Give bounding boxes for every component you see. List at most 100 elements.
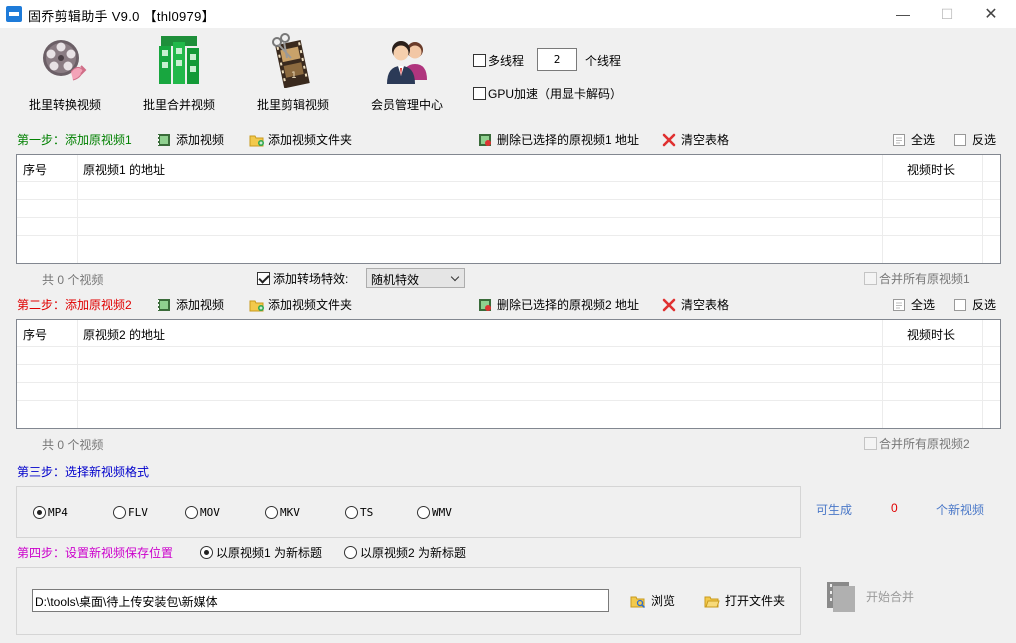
format-wmv-radio[interactable]	[417, 506, 430, 519]
transition-option[interactable]: 添加转场特效:	[257, 270, 348, 287]
select-all-icon	[892, 133, 906, 147]
format-mkv-radio[interactable]	[265, 506, 278, 519]
step1-col-index: 序号	[23, 163, 48, 177]
format-wmv-option[interactable]: WMV	[417, 506, 452, 519]
step1-count: 共 0 个视频	[42, 273, 104, 287]
step2-add-folder-label: 添加视频文件夹	[268, 298, 353, 312]
step2-add-folder-button[interactable]: 添加视频文件夹	[249, 296, 352, 313]
users-icon	[379, 32, 435, 88]
format-mp4-label: MP4	[48, 506, 68, 519]
title-option-1-label: 以原视频1 为新标题	[216, 546, 323, 560]
thread-unit-label: 个线程	[585, 54, 622, 68]
merge-start-icon	[824, 579, 858, 613]
folder-add-icon	[249, 298, 264, 312]
step2-video-table[interactable]: 序号 原视频2 的地址 视频时长	[16, 319, 1001, 429]
format-mkv-label: MKV	[280, 506, 300, 519]
title-option-2-radio[interactable]	[344, 546, 357, 559]
format-mov-option[interactable]: MOV	[185, 506, 220, 519]
step2-invert-button[interactable]: 反选	[953, 296, 996, 313]
new-videos-label: 个新视频	[936, 503, 985, 517]
multithread-checkbox[interactable]	[473, 54, 486, 67]
step1-select-all-button[interactable]: 全选	[892, 131, 935, 148]
step1-add-video-button[interactable]: 添加视频	[157, 131, 224, 148]
invert-selection-icon	[953, 133, 967, 147]
generate-count: 0	[891, 501, 898, 515]
thread-count-input[interactable]: 2	[537, 48, 577, 71]
format-mov-radio[interactable]	[185, 506, 198, 519]
batch-cut-label: 批里剪辑视频	[256, 98, 329, 112]
merge-all-2-option[interactable]: 合并所有原视频2	[864, 435, 970, 452]
step2-add-video-label: 添加视频	[176, 298, 225, 312]
gpu-label: GPU加速（用显卡解码）	[488, 87, 623, 101]
film-delete-icon	[478, 298, 492, 312]
merge-all-1-checkbox[interactable]	[864, 272, 877, 285]
window-title: 固乔剪辑助手 V9.0 【thl0979】	[28, 9, 215, 24]
merge-all-1-option[interactable]: 合并所有原视频1	[864, 270, 970, 287]
merge-all-1-label: 合并所有原视频1	[879, 272, 970, 286]
save-path-input[interactable]: D:\tools\桌面\待上传安装包\新媒体	[32, 589, 609, 612]
format-mp4-option[interactable]: MP4	[33, 506, 68, 519]
title-option-2[interactable]: 以原视频2 为新标题	[344, 544, 466, 561]
step2-invert-label: 反选	[972, 298, 997, 312]
minimize-button[interactable]: —	[880, 0, 926, 28]
title-option-1[interactable]: 以原视频1 为新标题	[200, 544, 322, 561]
step1-delete-selected-label: 删除已选择的原视频1 地址	[497, 133, 640, 147]
open-folder-button[interactable]: 打开文件夹	[704, 592, 785, 609]
step2-label: 第二步：添加原视频2	[17, 298, 132, 312]
format-ts-option[interactable]: TS	[345, 506, 373, 519]
step2-select-all-label: 全选	[911, 298, 936, 312]
gpu-checkbox[interactable]	[473, 87, 486, 100]
film-reel-icon	[37, 32, 93, 88]
browse-button[interactable]: 浏览	[630, 592, 675, 609]
step2-clear-table-button[interactable]: 清空表格	[662, 296, 729, 313]
step2-delete-selected-button[interactable]: 删除已选择的原视频2 地址	[478, 296, 639, 313]
title-option-2-label: 以原视频2 为新标题	[360, 546, 467, 560]
format-mp4-radio[interactable]	[33, 506, 46, 519]
step1-label: 第一步：添加原视频1	[17, 133, 132, 147]
format-flv-option[interactable]: FLV	[113, 506, 148, 519]
merge-blocks-icon	[151, 32, 207, 88]
step1-col-path: 原视频1 的地址	[83, 163, 166, 177]
merge-all-2-label: 合并所有原视频2	[879, 437, 970, 451]
format-flv-label: FLV	[128, 506, 148, 519]
close-button[interactable]: ✕	[968, 0, 1014, 28]
batch-cut-button[interactable]: 1 批里剪辑视频	[245, 30, 341, 112]
step4-label: 第四步：设置新视频保存位置	[17, 546, 174, 560]
title-option-1-radio[interactable]	[200, 546, 213, 559]
step2-add-video-button[interactable]: 添加视频	[157, 296, 224, 313]
format-wmv-label: WMV	[432, 506, 452, 519]
step1-invert-button[interactable]: 反选	[953, 131, 996, 148]
invert-selection-icon	[953, 298, 967, 312]
folder-search-icon	[630, 594, 646, 608]
step1-clear-table-label: 清空表格	[681, 133, 730, 147]
member-center-button[interactable]: 会员管理中心	[359, 30, 455, 112]
folder-add-icon	[249, 133, 264, 147]
step1-col-duration: 视频时长	[907, 163, 956, 177]
step2-count: 共 0 个视频	[42, 438, 104, 452]
step1-add-folder-button[interactable]: 添加视频文件夹	[249, 131, 352, 148]
batch-merge-button[interactable]: 批里合并视频	[131, 30, 227, 112]
folder-open-icon	[704, 594, 720, 608]
step1-select-all-label: 全选	[911, 133, 936, 147]
gpu-option[interactable]: GPU加速（用显卡解码）	[473, 85, 622, 102]
merge-all-2-checkbox[interactable]	[864, 437, 877, 450]
format-ts-radio[interactable]	[345, 506, 358, 519]
step2-col-path: 原视频2 的地址	[83, 328, 166, 342]
step1-clear-table-button[interactable]: 清空表格	[662, 131, 729, 148]
step1-video-table[interactable]: 序号 原视频1 的地址 视频时长	[16, 154, 1001, 264]
transition-checkbox[interactable]	[257, 272, 270, 285]
start-merge-button[interactable]: 开始合并	[824, 576, 954, 616]
format-ts-label: TS	[360, 506, 374, 519]
multithread-option[interactable]: 多线程	[473, 52, 524, 69]
batch-convert-button[interactable]: 批里转换视频	[17, 30, 113, 112]
step1-delete-selected-button[interactable]: 删除已选择的原视频1 地址	[478, 131, 639, 148]
transition-effect-value: 随机特效	[371, 273, 420, 287]
app-icon	[6, 6, 22, 22]
step2-col-index: 序号	[23, 328, 48, 342]
format-mkv-option[interactable]: MKV	[265, 506, 300, 519]
transition-effect-select[interactable]: 随机特效	[366, 268, 465, 288]
format-flv-radio[interactable]	[113, 506, 126, 519]
maximize-button[interactable]: ☐	[924, 0, 970, 28]
step2-select-all-button[interactable]: 全选	[892, 296, 935, 313]
step1-add-video-label: 添加视频	[176, 133, 225, 147]
